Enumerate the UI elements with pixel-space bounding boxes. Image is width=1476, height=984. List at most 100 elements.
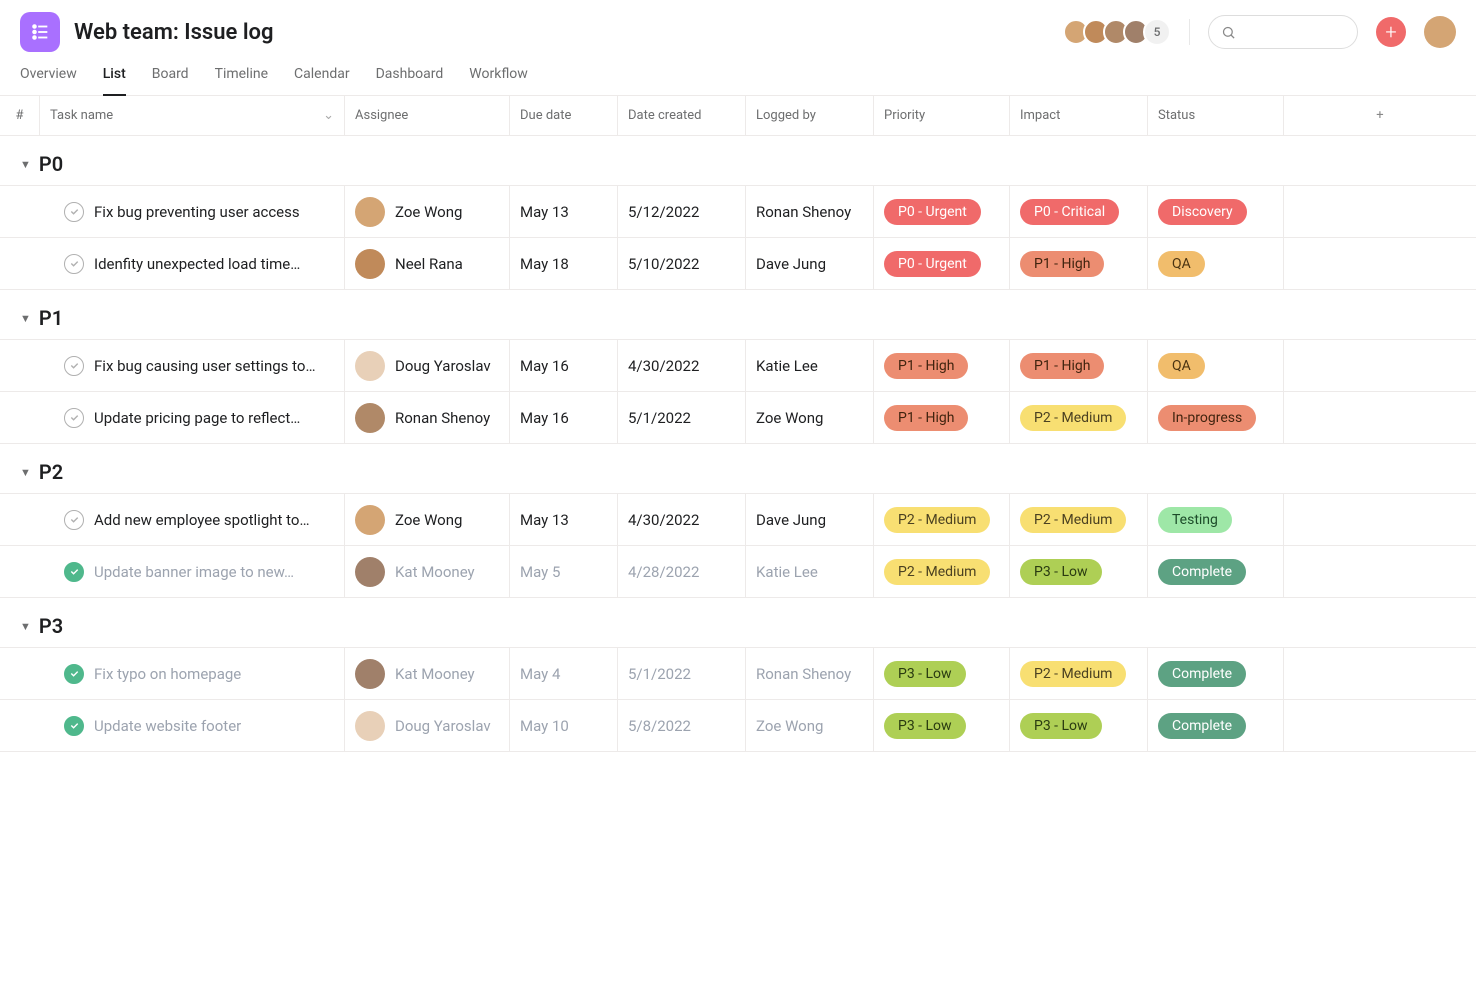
due-date[interactable]: May 4 — [510, 648, 618, 699]
assignee-cell[interactable]: Zoe Wong — [345, 186, 510, 237]
column-num[interactable]: # — [0, 96, 40, 135]
logged-by[interactable]: Katie Lee — [746, 546, 874, 597]
date-created[interactable]: 5/1/2022 — [618, 648, 746, 699]
table-row[interactable]: Fix bug causing user settings to…Doug Ya… — [0, 339, 1476, 392]
priority-cell[interactable]: P3 - Low — [874, 648, 1010, 699]
assignee-cell[interactable]: Doug Yaroslav — [345, 700, 510, 751]
column-due[interactable]: Due date — [510, 96, 618, 135]
priority-cell[interactable]: P0 - Urgent — [874, 186, 1010, 237]
priority-cell[interactable]: P1 - High — [874, 392, 1010, 443]
impact-cell[interactable]: P2 - Medium — [1010, 648, 1148, 699]
member-avatars[interactable]: 5 — [1069, 18, 1171, 46]
date-created[interactable]: 5/1/2022 — [618, 392, 746, 443]
add-button[interactable]: + — [1376, 17, 1406, 47]
complete-check[interactable] — [64, 664, 84, 684]
status-cell[interactable]: In-progress — [1148, 392, 1284, 443]
table-row[interactable]: Update website footerDoug YaroslavMay 10… — [0, 699, 1476, 752]
section-header[interactable]: ▼P3 — [0, 598, 1476, 648]
section-header[interactable]: ▼P2 — [0, 444, 1476, 494]
member-count[interactable]: 5 — [1143, 18, 1171, 46]
tab-board[interactable]: Board — [152, 66, 189, 95]
logged-by[interactable]: Dave Jung — [746, 494, 874, 545]
add-column-button[interactable]: + — [1284, 96, 1476, 135]
priority-cell[interactable]: P0 - Urgent — [874, 238, 1010, 289]
section-header[interactable]: ▼P1 — [0, 290, 1476, 340]
tab-list[interactable]: List — [103, 66, 126, 96]
complete-check[interactable] — [64, 202, 84, 222]
date-created[interactable]: 4/30/2022 — [618, 340, 746, 391]
date-created[interactable]: 4/30/2022 — [618, 494, 746, 545]
tab-timeline[interactable]: Timeline — [215, 66, 268, 95]
tab-dashboard[interactable]: Dashboard — [376, 66, 444, 95]
logged-by[interactable]: Ronan Shenoy — [746, 186, 874, 237]
logged-by[interactable]: Dave Jung — [746, 238, 874, 289]
priority-cell[interactable]: P2 - Medium — [874, 494, 1010, 545]
complete-check[interactable] — [64, 510, 84, 530]
assignee-cell[interactable]: Doug Yaroslav — [345, 340, 510, 391]
priority-cell[interactable]: P1 - High — [874, 340, 1010, 391]
due-date[interactable]: May 13 — [510, 494, 618, 545]
tab-calendar[interactable]: Calendar — [294, 66, 350, 95]
logged-by[interactable]: Zoe Wong — [746, 392, 874, 443]
complete-check[interactable] — [64, 408, 84, 428]
complete-check[interactable] — [64, 716, 84, 736]
impact-cell[interactable]: P3 - Low — [1010, 546, 1148, 597]
table-row[interactable]: Update banner image to new…Kat MooneyMay… — [0, 545, 1476, 598]
task-name-cell[interactable]: Fix bug causing user settings to… — [40, 340, 345, 391]
due-date[interactable]: May 16 — [510, 340, 618, 391]
complete-check[interactable] — [64, 254, 84, 274]
status-cell[interactable]: Complete — [1148, 546, 1284, 597]
task-name-cell[interactable]: Update pricing page to reflect… — [40, 392, 345, 443]
status-cell[interactable]: QA — [1148, 238, 1284, 289]
section-header[interactable]: ▼P0 — [0, 136, 1476, 186]
column-status[interactable]: Status — [1148, 96, 1284, 135]
table-row[interactable]: Idenfity unexpected load time…Neel RanaM… — [0, 237, 1476, 290]
status-cell[interactable]: Complete — [1148, 700, 1284, 751]
complete-check[interactable] — [64, 356, 84, 376]
impact-cell[interactable]: P2 - Medium — [1010, 494, 1148, 545]
assignee-cell[interactable]: Ronan Shenoy — [345, 392, 510, 443]
tab-workflow[interactable]: Workflow — [469, 66, 528, 95]
column-impact[interactable]: Impact — [1010, 96, 1148, 135]
table-row[interactable]: Fix bug preventing user accessZoe WongMa… — [0, 185, 1476, 238]
status-cell[interactable]: Discovery — [1148, 186, 1284, 237]
tab-overview[interactable]: Overview — [20, 66, 77, 95]
logged-by[interactable]: Zoe Wong — [746, 700, 874, 751]
column-assignee[interactable]: Assignee — [345, 96, 510, 135]
table-row[interactable]: Update pricing page to reflect…Ronan She… — [0, 391, 1476, 444]
user-avatar[interactable] — [1424, 16, 1456, 48]
date-created[interactable]: 4/28/2022 — [618, 546, 746, 597]
assignee-cell[interactable]: Neel Rana — [345, 238, 510, 289]
chevron-down-icon[interactable]: ⌄ — [323, 108, 334, 123]
due-date[interactable]: May 10 — [510, 700, 618, 751]
date-created[interactable]: 5/8/2022 — [618, 700, 746, 751]
priority-cell[interactable]: P3 - Low — [874, 700, 1010, 751]
column-task[interactable]: Task name⌄ — [40, 96, 345, 135]
assignee-cell[interactable]: Kat Mooney — [345, 546, 510, 597]
due-date[interactable]: May 18 — [510, 238, 618, 289]
priority-cell[interactable]: P2 - Medium — [874, 546, 1010, 597]
logged-by[interactable]: Ronan Shenoy — [746, 648, 874, 699]
project-icon[interactable] — [20, 12, 60, 52]
impact-cell[interactable]: P1 - High — [1010, 238, 1148, 289]
task-name-cell[interactable]: Idenfity unexpected load time… — [40, 238, 345, 289]
column-priority[interactable]: Priority — [874, 96, 1010, 135]
date-created[interactable]: 5/12/2022 — [618, 186, 746, 237]
impact-cell[interactable]: P1 - High — [1010, 340, 1148, 391]
impact-cell[interactable]: P3 - Low — [1010, 700, 1148, 751]
search-input[interactable] — [1208, 15, 1358, 49]
task-name-cell[interactable]: Fix bug preventing user access — [40, 186, 345, 237]
table-row[interactable]: Fix typo on homepageKat MooneyMay 45/1/2… — [0, 647, 1476, 700]
status-cell[interactable]: Testing — [1148, 494, 1284, 545]
status-cell[interactable]: QA — [1148, 340, 1284, 391]
table-row[interactable]: Add new employee spotlight to…Zoe WongMa… — [0, 493, 1476, 546]
task-name-cell[interactable]: Update banner image to new… — [40, 546, 345, 597]
date-created[interactable]: 5/10/2022 — [618, 238, 746, 289]
task-name-cell[interactable]: Update website footer — [40, 700, 345, 751]
impact-cell[interactable]: P0 - Critical — [1010, 186, 1148, 237]
logged-by[interactable]: Katie Lee — [746, 340, 874, 391]
due-date[interactable]: May 5 — [510, 546, 618, 597]
assignee-cell[interactable]: Zoe Wong — [345, 494, 510, 545]
task-name-cell[interactable]: Add new employee spotlight to… — [40, 494, 345, 545]
status-cell[interactable]: Complete — [1148, 648, 1284, 699]
